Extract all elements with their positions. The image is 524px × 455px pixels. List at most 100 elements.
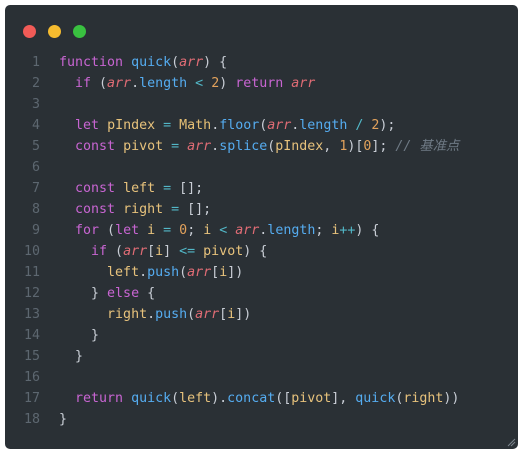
- code-editor[interactable]: 1 function quick(arr) {2 if (arr.length <…: [5, 52, 518, 430]
- code-token-punc: .: [211, 139, 220, 154]
- code-line: 8 const right = [];: [5, 199, 518, 220]
- code-token-punc: [: [211, 265, 220, 280]
- code-token-fn: quick: [355, 391, 396, 406]
- code-token-punc: [163, 139, 171, 154]
- code-token-punc: .: [147, 307, 156, 322]
- line-number: 13: [23, 307, 40, 322]
- code-token-punc: (: [99, 223, 116, 238]
- code-token-fn: push: [147, 265, 180, 280]
- code-token-punc: .: [139, 265, 148, 280]
- code-token-fn: push: [155, 307, 188, 322]
- code-token-op: =: [163, 181, 172, 196]
- code-token-kw: let: [115, 223, 140, 238]
- code-token-op: =: [163, 118, 172, 133]
- code-token-punc: ];: [371, 139, 396, 154]
- code-token-fn: floor: [219, 118, 260, 133]
- code-token-fn: quick: [131, 391, 172, 406]
- code-token-fn: length: [139, 76, 188, 91]
- code-line: 16: [5, 367, 518, 388]
- line-code: let pIndex = Math.floor(arr.length / 2);: [59, 115, 395, 136]
- code-token-punc: ) {: [203, 55, 228, 70]
- code-line: 18}: [5, 409, 518, 430]
- code-token-var: pIndex: [107, 118, 156, 133]
- line-code: if (arr[i] <= pivot) {: [59, 241, 267, 262]
- code-token-param: arr: [179, 55, 204, 70]
- code-token-punc: ]: [163, 244, 180, 259]
- code-line: 17 return quick(left).concat([pivot], qu…: [5, 388, 518, 409]
- code-token-punc: [139, 223, 147, 238]
- code-token-punc: (: [91, 76, 108, 91]
- code-token-punc: .: [131, 76, 140, 91]
- code-line: 10 if (arr[i] <= pivot) {: [5, 241, 518, 262]
- line-code: if (arr.length < 2) return arr: [59, 73, 315, 94]
- code-token-kw: else: [107, 286, 140, 301]
- code-token-punc: [99, 118, 107, 133]
- code-window: 1 function quick(arr) {2 if (arr.length <…: [5, 5, 518, 449]
- code-token-var: i: [147, 223, 156, 238]
- code-token-var: i: [219, 265, 228, 280]
- code-token-punc: [];: [179, 202, 212, 217]
- code-token-punc: [179, 139, 187, 154]
- code-token-punc: ]): [227, 265, 244, 280]
- code-token-punc: ;: [315, 223, 332, 238]
- close-window-button[interactable]: [23, 25, 36, 38]
- code-token-punc: [195, 244, 203, 259]
- code-token-param: arr: [195, 307, 220, 322]
- window-titlebar: [5, 5, 518, 51]
- code-line: 1 function quick(arr) {: [5, 52, 518, 73]
- zoom-window-button[interactable]: [73, 25, 86, 38]
- code-line: 15 }: [5, 346, 518, 367]
- code-line: 3: [5, 94, 518, 115]
- code-token-punc: [155, 223, 163, 238]
- code-token-punc: [123, 55, 131, 70]
- code-token-punc: [155, 118, 163, 133]
- code-token-punc: [59, 265, 107, 280]
- minimize-window-button[interactable]: [48, 25, 61, 38]
- code-token-punc: }: [59, 286, 108, 301]
- line-code: }: [59, 325, 99, 346]
- code-token-punc: [];: [171, 181, 204, 196]
- code-line: 4 let pIndex = Math.floor(arr.length / 2…: [5, 115, 518, 136]
- line-number: 17: [23, 391, 40, 406]
- code-token-punc: [59, 391, 75, 406]
- line-number: 12: [23, 286, 40, 301]
- line-number: 10: [23, 244, 40, 259]
- code-line: 13 right.push(arr[i]): [5, 304, 518, 325]
- code-token-op: <: [195, 76, 204, 91]
- code-token-op: =: [171, 202, 180, 217]
- code-token-param: arr: [123, 244, 148, 259]
- code-token-punc: (: [107, 244, 124, 259]
- code-token-kw: function: [59, 55, 124, 70]
- code-token-param: arr: [187, 139, 212, 154]
- code-token-param: arr: [187, 265, 212, 280]
- code-token-kw: return: [235, 76, 284, 91]
- line-number: 6: [31, 160, 40, 175]
- code-token-punc: (: [187, 307, 196, 322]
- code-token-punc: [115, 202, 123, 217]
- line-number: 14: [23, 328, 40, 343]
- code-token-punc: }: [59, 328, 100, 343]
- code-line: 14 }: [5, 325, 518, 346]
- code-token-param: arr: [107, 76, 132, 91]
- code-token-param: arr: [291, 76, 316, 91]
- code-token-punc: [59, 244, 91, 259]
- code-token-var: left: [107, 265, 140, 280]
- line-code: } else {: [59, 283, 155, 304]
- code-token-kw: if: [91, 244, 108, 259]
- code-token-punc: .: [211, 118, 220, 133]
- code-token-fn: concat: [227, 391, 276, 406]
- line-code: for (let i = 0; i < arr.length; i++) {: [59, 220, 379, 241]
- code-line: 2 if (arr.length < 2) return arr: [5, 73, 518, 94]
- code-token-var: i: [227, 307, 236, 322]
- code-token-var: right: [123, 202, 164, 217]
- line-number: 4: [31, 118, 40, 133]
- resize-grip-icon[interactable]: [506, 437, 516, 447]
- code-token-punc: ): [219, 76, 236, 91]
- line-number: 15: [23, 349, 40, 364]
- code-token-op: =: [163, 223, 172, 238]
- code-token-punc: [155, 181, 163, 196]
- code-token-punc: (: [171, 55, 180, 70]
- code-token-op: ++: [339, 223, 356, 238]
- code-token-var: pivot: [203, 244, 244, 259]
- code-token-punc: );: [379, 118, 396, 133]
